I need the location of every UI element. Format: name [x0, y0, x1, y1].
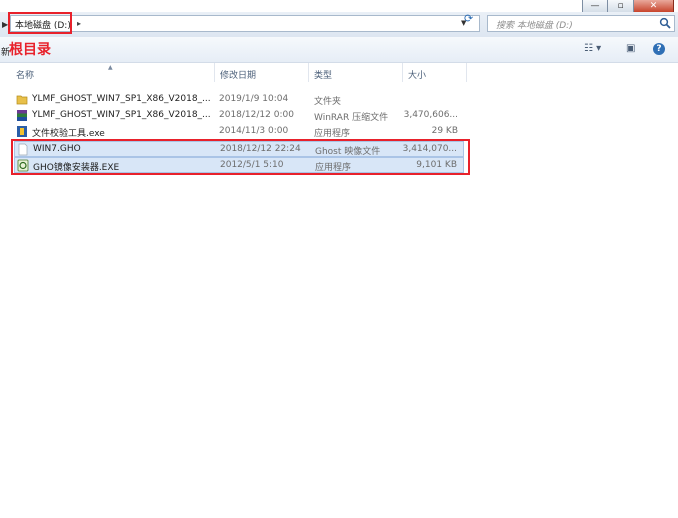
checksum-tool-icon [17, 126, 27, 137]
file-name[interactable]: YLMF_GHOST_WIN7_SP1_X86_V2018_... [32, 94, 211, 104]
column-divider[interactable] [214, 63, 215, 82]
breadcrumb-chevron-icon[interactable]: ▸ [77, 19, 81, 28]
search-placeholder: 搜索 本地磁盘 (D:) [496, 21, 573, 31]
refresh-icon[interactable]: ⟳ [464, 12, 473, 25]
folder-icon [16, 95, 28, 105]
file-row[interactable]: 文件校验工具.exe 2014/11/3 0:00 应用程序 29 KB [14, 124, 464, 140]
file-row[interactable]: YLMF_GHOST_WIN7_SP1_X86_V2018_... 2018/1… [14, 108, 464, 124]
toolbar: 新 ☷ ▾ ▣ ? [0, 37, 678, 63]
file-type: 文件夹 [314, 97, 342, 107]
file-size: 3,470,606... [403, 110, 458, 120]
column-header-size[interactable]: 大小 [408, 68, 426, 81]
preview-pane-icon[interactable]: ▣ [626, 43, 635, 54]
column-divider[interactable] [402, 63, 403, 82]
search-input[interactable]: 搜索 本地磁盘 (D:) [487, 15, 675, 32]
address-bar[interactable]: 本地磁盘 (D:) ▸ ▼ [10, 15, 480, 32]
column-header-name[interactable]: 名称 [16, 68, 34, 81]
address-highlight-box [8, 12, 72, 34]
file-date: 2019/1/9 10:04 [219, 94, 289, 104]
winrar-icon [17, 110, 27, 121]
column-header-type[interactable]: 类型 [314, 68, 332, 81]
root-directory-annotation: 根目录 [9, 42, 51, 58]
file-date: 2014/11/3 0:00 [219, 126, 289, 136]
search-icon[interactable] [659, 17, 671, 29]
file-date: 2018/12/12 0:00 [219, 110, 294, 120]
sort-ascending-icon: ▲ [108, 64, 113, 71]
files-highlight-box [11, 139, 470, 175]
view-options-icon[interactable]: ☷ ▾ [584, 43, 601, 54]
column-header-date[interactable]: 修改日期 [220, 68, 256, 81]
file-row[interactable]: YLMF_GHOST_WIN7_SP1_X86_V2018_... 2019/1… [14, 92, 464, 108]
file-type: 应用程序 [314, 129, 351, 139]
file-name[interactable]: YLMF_GHOST_WIN7_SP1_X86_V2018_... [32, 110, 211, 120]
column-divider[interactable] [466, 63, 467, 82]
column-divider[interactable] [308, 63, 309, 82]
address-row: ▶ 本地磁盘 (D:) ▸ ▼ ⟳ 搜索 本地磁盘 (D:) [0, 12, 678, 37]
file-name[interactable]: 文件校验工具.exe [32, 126, 105, 139]
file-type: WinRAR 压缩文件 [314, 113, 389, 123]
help-icon[interactable]: ? [653, 43, 665, 55]
file-size: 29 KB [431, 126, 458, 136]
